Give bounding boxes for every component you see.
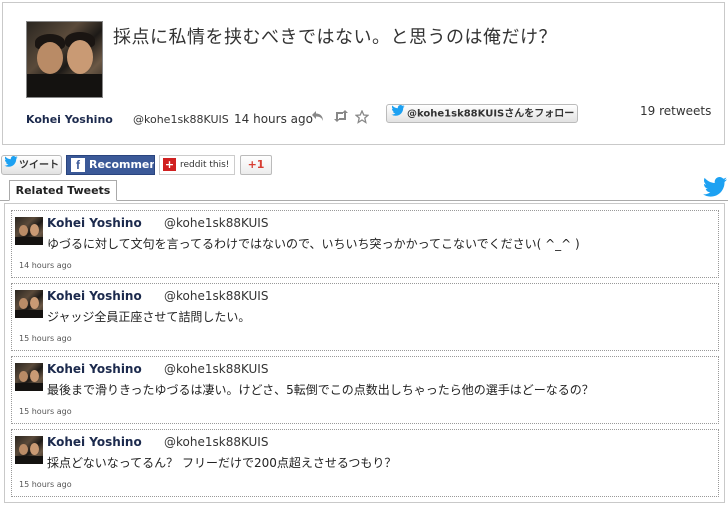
main-author-name[interactable]: Kohei Yoshino bbox=[26, 113, 113, 126]
related-tweet-text: 採点どないなってるん？ フリーだけで200点超えさせるつもり？ bbox=[47, 456, 397, 470]
gplus-button[interactable]: +1 bbox=[240, 155, 272, 175]
related-tweet[interactable]: Kohei Yoshino @kohe1sk88KUIS ジャッジ全員正座させて… bbox=[11, 283, 719, 351]
tweet-share-label: ツイート bbox=[19, 160, 59, 171]
favorite-icon[interactable] bbox=[354, 109, 370, 128]
main-tweet-text: 採点に私情を挟むべきではない。と思うのは俺だけ？ bbox=[113, 27, 557, 48]
facebook-icon: f bbox=[71, 158, 85, 172]
twitter-bird-icon bbox=[4, 156, 18, 174]
related-author-name[interactable]: Kohei Yoshino bbox=[47, 435, 142, 449]
tab-related-tweets[interactable]: Related Tweets bbox=[9, 180, 117, 201]
avatar[interactable] bbox=[15, 363, 43, 391]
related-author-handle[interactable]: @kohe1sk88KUIS bbox=[164, 216, 268, 230]
related-tweet-text: 最後まで滑りきったゆづるは凄い。けどさ、5転倒でこの点数出しちゃったら他の選手は… bbox=[47, 383, 594, 397]
reddit-label: reddit this! bbox=[180, 160, 230, 170]
related-tweet-text: ジャッジ全員正座させて詰問したい。 bbox=[47, 310, 251, 324]
main-tweet-card: 採点に私情を挟むべきではない。と思うのは俺だけ？ Kohei Yoshino @… bbox=[2, 2, 725, 145]
related-tweet[interactable]: Kohei Yoshino @kohe1sk88KUIS 最後まで滑りきったゆづ… bbox=[11, 356, 719, 424]
follow-button-label: @kohe1sk88KUISさんをフォロー bbox=[407, 108, 575, 120]
related-tweet-time[interactable]: 15 hours ago bbox=[19, 334, 72, 343]
reply-icon[interactable] bbox=[311, 110, 325, 126]
avatar[interactable] bbox=[15, 436, 43, 464]
avatar[interactable] bbox=[15, 290, 43, 318]
facebook-recommend-button[interactable]: f Recommend bbox=[66, 155, 155, 175]
retweet-count: 19 retweets bbox=[640, 104, 712, 118]
twitter-bird-icon bbox=[391, 105, 405, 122]
reddit-plus-icon: + bbox=[163, 158, 176, 171]
reddit-button[interactable]: + reddit this! bbox=[159, 155, 235, 175]
related-author-handle[interactable]: @kohe1sk88KUIS bbox=[164, 435, 268, 449]
related-author-name[interactable]: Kohei Yoshino bbox=[47, 216, 142, 230]
main-avatar[interactable] bbox=[26, 21, 103, 98]
share-bar: ツイート f Recommend + reddit this! +1 bbox=[0, 145, 728, 183]
twitter-logo-icon bbox=[703, 177, 727, 201]
related-tweet-text: ゆづるに対して文句を言ってるわけではないので、いちいち突っかかってこないでくださ… bbox=[47, 237, 580, 251]
related-author-handle[interactable]: @kohe1sk88KUIS bbox=[164, 289, 268, 303]
related-author-name[interactable]: Kohei Yoshino bbox=[47, 289, 142, 303]
related-author-handle[interactable]: @kohe1sk88KUIS bbox=[164, 362, 268, 376]
retweet-icon[interactable] bbox=[333, 110, 349, 126]
related-tweets-panel: Kohei Yoshino @kohe1sk88KUIS ゆづるに対して文句を言… bbox=[4, 203, 725, 503]
main-author-handle[interactable]: @kohe1sk88KUIS bbox=[133, 113, 229, 126]
follow-button[interactable]: @kohe1sk88KUISさんをフォロー bbox=[386, 104, 578, 123]
avatar[interactable] bbox=[15, 217, 43, 245]
main-tweet-time[interactable]: 14 hours ago bbox=[234, 112, 313, 126]
related-tweet-time[interactable]: 15 hours ago bbox=[19, 407, 72, 416]
related-tweet[interactable]: Kohei Yoshino @kohe1sk88KUIS 採点どないなってるん？… bbox=[11, 429, 719, 497]
facebook-recommend-label: Recommend bbox=[89, 158, 154, 171]
tweet-share-button[interactable]: ツイート bbox=[1, 155, 62, 175]
related-author-name[interactable]: Kohei Yoshino bbox=[47, 362, 142, 376]
related-tweet-time[interactable]: 14 hours ago bbox=[19, 261, 72, 270]
related-tweet[interactable]: Kohei Yoshino @kohe1sk88KUIS ゆづるに対して文句を言… bbox=[11, 210, 719, 278]
related-tweet-time[interactable]: 15 hours ago bbox=[19, 480, 72, 489]
